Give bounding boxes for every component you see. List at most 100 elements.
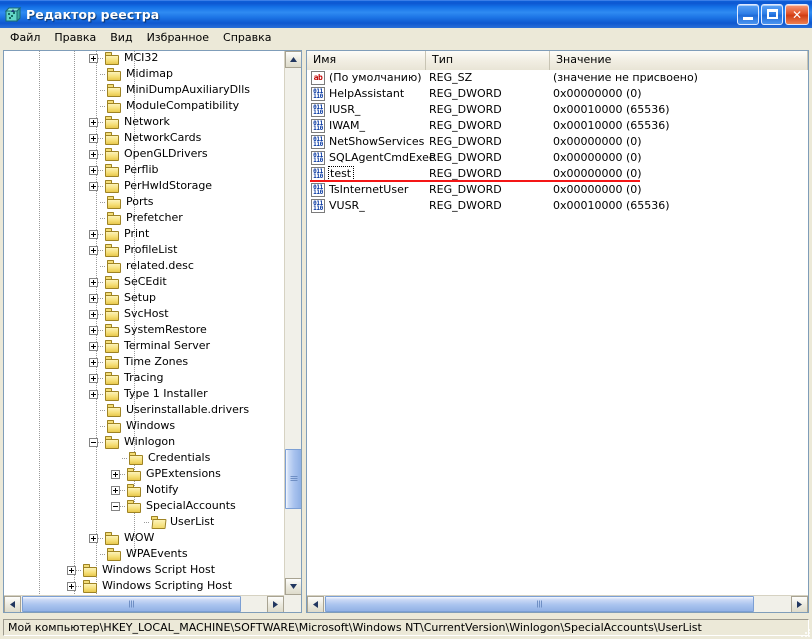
tree-node-type-1-installer[interactable]: Type 1 Installer [4, 386, 285, 402]
expand-node-icon[interactable] [89, 277, 98, 287]
collapse-node-icon[interactable] [89, 437, 98, 447]
tree-scroll-left-button[interactable] [4, 596, 21, 612]
value-row[interactable]: 011 110 VUSR_ REG_DWORD 0x00010000 (65536) [307, 198, 808, 214]
value-row[interactable]: 011 110 NetShowServices REG_DWORD 0x00000000… [307, 134, 808, 150]
tree-node-prefetcher[interactable]: Prefetcher [4, 210, 285, 226]
tree-node-userinstallable-drivers[interactable]: Userinstallable.drivers [4, 402, 285, 418]
tree-node-secedit[interactable]: SeCEdit [4, 274, 285, 290]
maximize-button[interactable] [761, 4, 783, 25]
tree-scroll-right-button[interactable] [267, 596, 284, 612]
tree-node-minidumpauxiliarydlls[interactable]: MiniDumpAuxiliaryDlls [4, 82, 285, 98]
expand-node-icon[interactable] [89, 149, 98, 159]
tree-node-winlogon[interactable]: Winlogon [4, 434, 285, 450]
tree-node-midimap[interactable]: Midimap [4, 66, 285, 82]
expand-node-icon[interactable] [89, 133, 98, 143]
tree-horizontal-scrollbar[interactable] [4, 595, 284, 612]
tree-node-windows-scripting-host[interactable]: Windows Scripting Host [4, 578, 285, 594]
registry-tree-pane[interactable]: MCI32 Midimap MiniDumpAuxiliaryDlls ModuleC… [3, 50, 302, 613]
tree-node-networkcards[interactable]: NetworkCards [4, 130, 285, 146]
expand-node-icon[interactable] [111, 485, 120, 495]
tree-node-wpaevents[interactable]: WPAEvents [4, 546, 285, 562]
tree-node-profilelist[interactable]: ProfileList [4, 242, 285, 258]
tree-node-related-desc[interactable]: related.desc [4, 258, 285, 274]
tree-node-credentials[interactable]: Credentials [4, 450, 285, 466]
resize-grip-icon[interactable] [800, 628, 810, 638]
menu-item-help[interactable]: Справка [216, 29, 278, 47]
list-scroll-left-button[interactable] [307, 596, 324, 612]
tree-scroll-thumb[interactable] [285, 449, 301, 509]
column-header-type[interactable]: Тип [426, 51, 550, 70]
value-row[interactable]: ab (По умолчанию) REG_SZ (значение не присв… [307, 70, 808, 86]
expand-node-icon[interactable] [111, 469, 120, 479]
column-header-value[interactable]: Значение [550, 51, 808, 70]
expand-node-icon[interactable] [89, 533, 98, 543]
expand-node-icon[interactable] [89, 357, 98, 367]
close-button[interactable]: ✕ [785, 4, 809, 25]
list-hscroll-thumb[interactable] [325, 596, 754, 612]
tree-node-label: SvcHost [124, 307, 169, 320]
tree-node-gpextensions[interactable]: GPExtensions [4, 466, 285, 482]
list-scroll-right-button[interactable] [791, 596, 808, 612]
tree-node-network[interactable]: Network [4, 114, 285, 130]
tree-vertical-scrollbar[interactable] [284, 51, 301, 595]
expand-node-icon[interactable] [89, 229, 98, 239]
expand-node-icon[interactable] [67, 565, 76, 575]
tree-node-ports[interactable]: Ports [4, 194, 285, 210]
tree-scroll-down-button[interactable] [285, 578, 301, 595]
tree-node-userlist[interactable]: UserList [4, 514, 285, 530]
registry-tree[interactable]: MCI32 Midimap MiniDumpAuxiliaryDlls ModuleC… [4, 51, 285, 596]
value-row[interactable]: 011 110 IWAM_ REG_DWORD 0x00010000 (65536) [307, 118, 808, 134]
expand-node-icon[interactable] [89, 165, 98, 175]
expand-node-icon[interactable] [89, 389, 98, 399]
tree-node-opengldrivers[interactable]: OpenGLDrivers [4, 146, 285, 162]
expand-node-icon[interactable] [89, 117, 98, 127]
column-header-name[interactable]: Имя [307, 51, 426, 70]
tree-node-modulecompatibility[interactable]: ModuleCompatibility [4, 98, 285, 114]
tree-node-wow[interactable]: WOW [4, 530, 285, 546]
tree-hscroll-thumb[interactable] [22, 596, 241, 612]
menu-bar: Файл Правка Вид Избранное Справка [0, 28, 812, 48]
menu-item-favorites[interactable]: Избранное [140, 29, 216, 47]
tree-node-windows[interactable]: Windows [4, 418, 285, 434]
list-header: Имя Тип Значение [307, 51, 808, 70]
collapse-node-icon[interactable] [111, 501, 120, 511]
title-bar[interactable]: Редактор реестра ✕ [0, 0, 812, 28]
tree-node-svchost[interactable]: SvcHost [4, 306, 285, 322]
tree-node-perhwidstorage[interactable]: PerHwIdStorage [4, 178, 285, 194]
tree-node-tracing[interactable]: Tracing [4, 370, 285, 386]
expand-node-icon[interactable] [89, 325, 98, 335]
value-row[interactable]: 011 110 IUSR_ REG_DWORD 0x00010000 (65536) [307, 102, 808, 118]
list-horizontal-scrollbar[interactable] [307, 595, 808, 612]
menu-item-view[interactable]: Вид [103, 29, 139, 47]
tree-node-time-zones[interactable]: Time Zones [4, 354, 285, 370]
value-row[interactable]: 011 110 HelpAssistant REG_DWORD 0x00000000 (… [307, 86, 808, 102]
tree-node-windows-script-host[interactable]: Windows Script Host [4, 562, 285, 578]
tree-node-terminal-server[interactable]: Terminal Server [4, 338, 285, 354]
tree-node-notify[interactable]: Notify [4, 482, 285, 498]
tree-node-print[interactable]: Print [4, 226, 285, 242]
tree-node-perflib[interactable]: Perflib [4, 162, 285, 178]
expand-node-icon[interactable] [89, 181, 98, 191]
tree-node-setup[interactable]: Setup [4, 290, 285, 306]
annotation-underline [310, 180, 640, 182]
expand-node-icon[interactable] [89, 341, 98, 351]
value-row[interactable]: 011 110 TsInternetUser REG_DWORD 0x00000000 … [307, 182, 808, 198]
menu-item-file[interactable]: Файл [3, 29, 47, 47]
expand-node-icon[interactable] [89, 293, 98, 303]
expand-node-icon[interactable] [89, 53, 98, 63]
expand-node-icon[interactable] [89, 245, 98, 255]
tree-node-systemrestore[interactable]: SystemRestore [4, 322, 285, 338]
menu-item-edit[interactable]: Правка [47, 29, 103, 47]
tree-node-mci32[interactable]: MCI32 [4, 51, 285, 66]
expand-node-icon[interactable] [67, 581, 76, 591]
expand-node-icon[interactable] [89, 309, 98, 319]
registry-values-pane[interactable]: Имя Тип Значение ab (По умолчанию) REG_SZ (… [306, 50, 809, 613]
tree-scroll-up-button[interactable] [285, 51, 301, 68]
minimize-button[interactable] [737, 4, 759, 25]
value-row[interactable]: 011 110 SQLAgentCmdExec REG_DWORD 0x00000000… [307, 150, 808, 166]
tree-node-specialaccounts[interactable]: SpecialAccounts [4, 498, 285, 514]
expand-node-icon[interactable] [89, 373, 98, 383]
